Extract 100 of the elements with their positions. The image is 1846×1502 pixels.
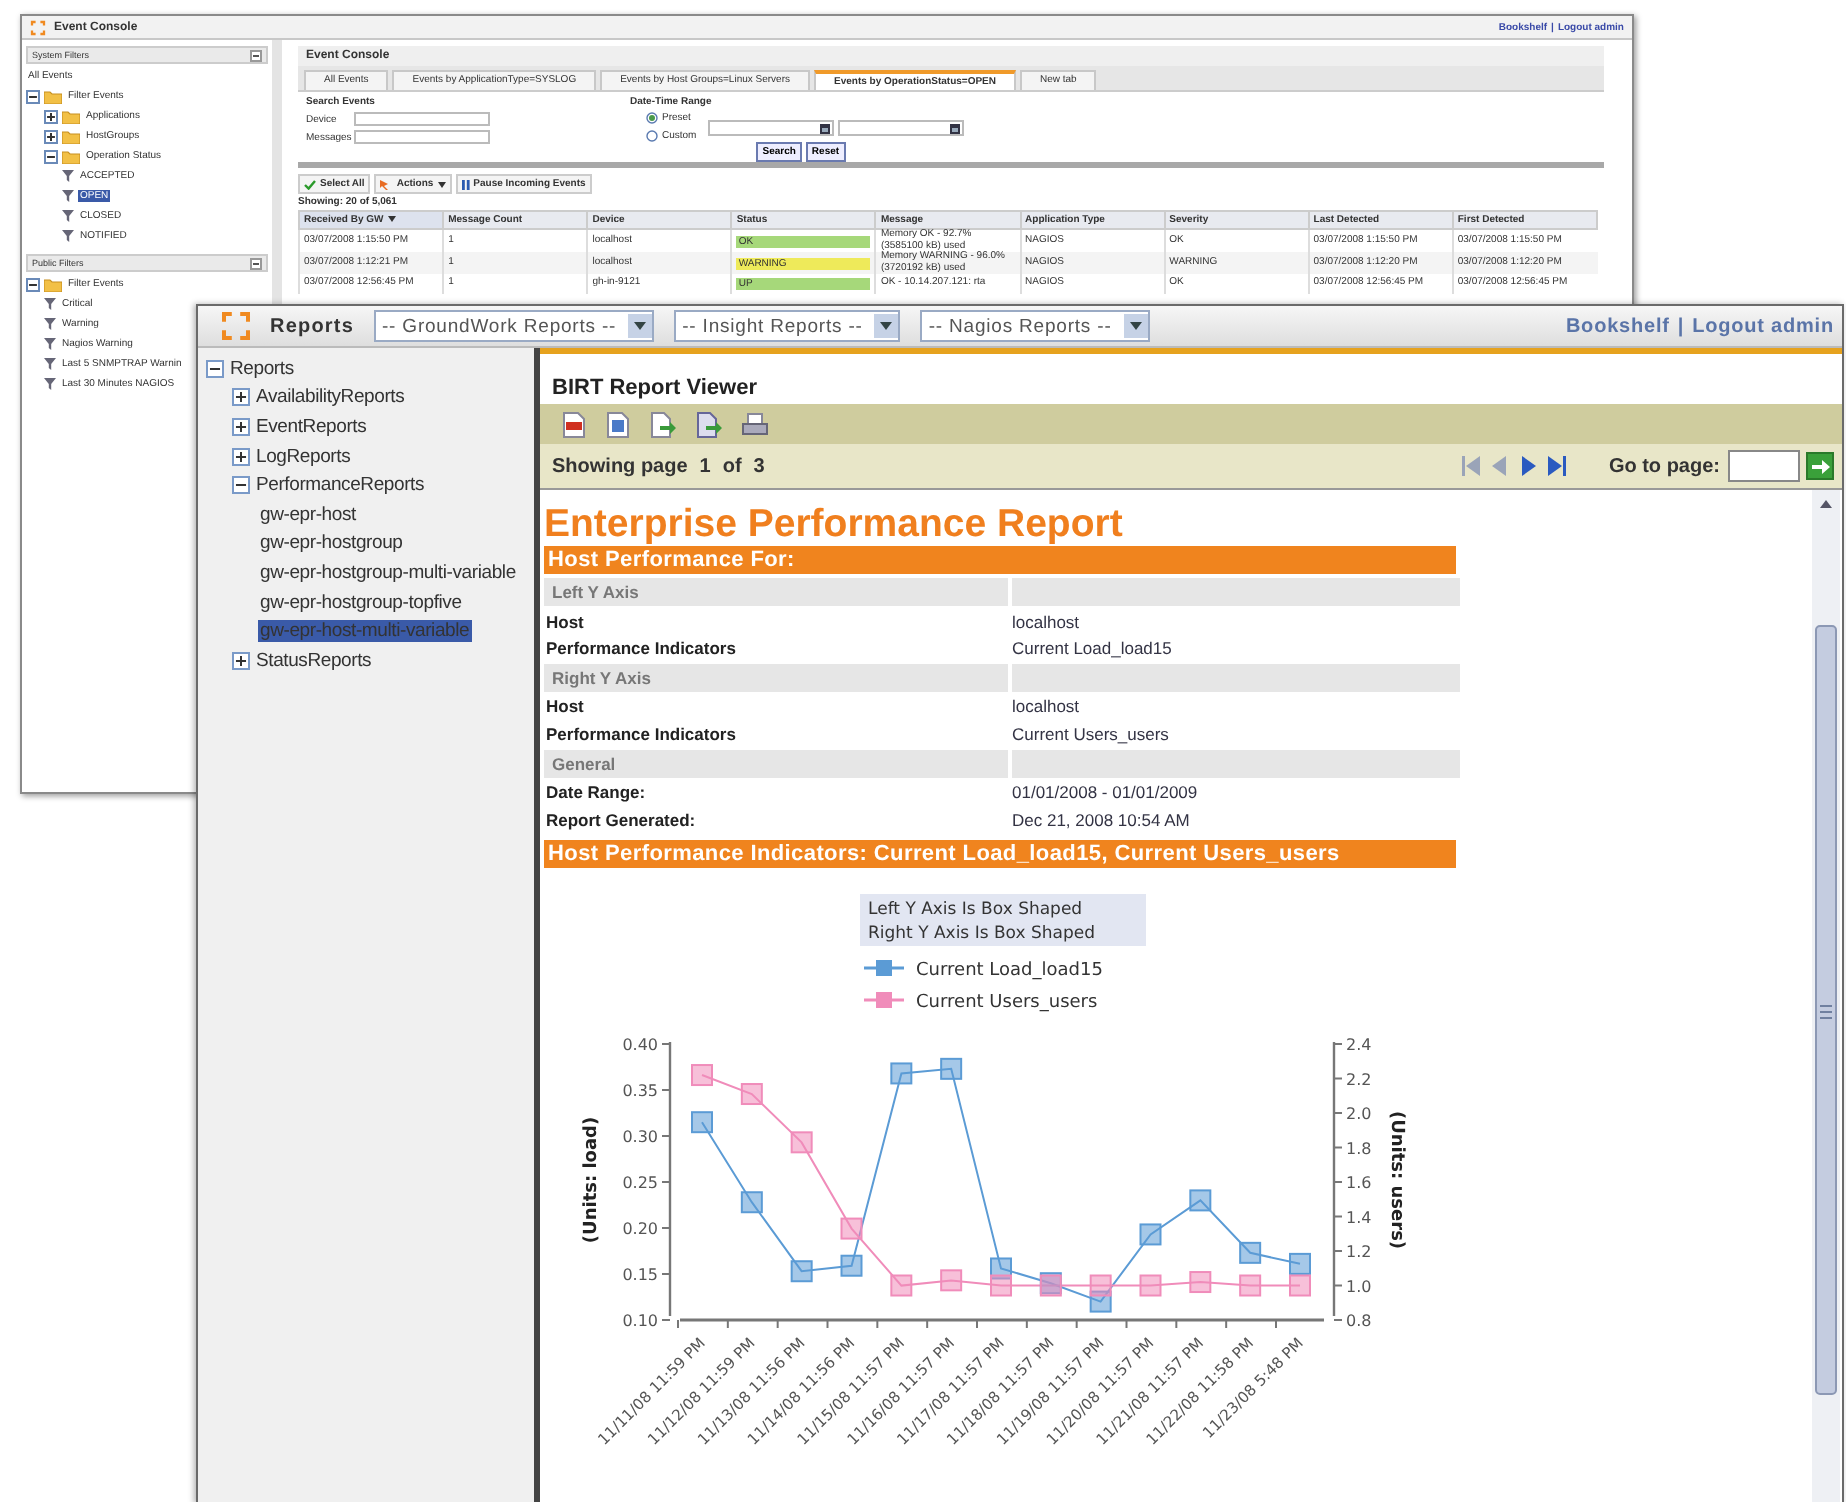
tree-item[interactable]: gw-epr-hostgroup-topfive — [258, 591, 464, 614]
tree-item[interactable]: EventReports — [254, 415, 369, 438]
page-label: of — [722, 455, 742, 477]
expand-toggle[interactable] — [232, 388, 250, 407]
expand-toggle[interactable] — [232, 447, 250, 466]
data-point — [990, 1274, 1012, 1296]
tree-item[interactable]: PerformanceReports — [254, 474, 427, 497]
window-title: Reports — [270, 315, 354, 337]
date-field[interactable] — [838, 120, 965, 136]
data-point — [990, 1257, 1012, 1279]
axis-tick-label: 0.20 — [622, 1219, 658, 1238]
date-field[interactable] — [708, 120, 835, 136]
arrow-icon — [1811, 457, 1829, 475]
legend-note: Left Y Axis Is Box Shaped — [868, 899, 1083, 920]
axis-tick-label: 0.15 — [622, 1265, 658, 1284]
expand-toggle[interactable] — [206, 359, 224, 378]
tree-item[interactable]: LogReports — [254, 445, 353, 468]
expand-toggle[interactable] — [232, 651, 250, 670]
report-dropdown[interactable]: -- Nagios Reports -- — [920, 310, 1150, 342]
report-dropdown[interactable]: -- GroundWork Reports -- — [373, 310, 655, 342]
axis-title: (Units: users) — [1386, 1110, 1406, 1249]
data-point — [1139, 1222, 1162, 1245]
section-banner: Host Performance For: — [544, 546, 1456, 574]
group-header: Right Y Axis — [544, 663, 1008, 692]
expand-toggle[interactable] — [44, 149, 58, 163]
page-label: Showing page — [552, 455, 688, 477]
export-icon[interactable] — [650, 411, 676, 437]
group-header: Left Y Axis — [544, 578, 1008, 606]
tree-item[interactable]: Reports — [228, 357, 296, 380]
pause-icon — [461, 179, 470, 189]
link-separator: | — [1677, 315, 1685, 337]
data-point — [1189, 1188, 1212, 1211]
legend-note: Right Y Axis Is Box Shaped — [868, 923, 1095, 944]
printer-icon[interactable] — [742, 411, 768, 437]
field-label: Performance Indicators — [544, 721, 738, 746]
data-point — [890, 1274, 913, 1296]
axis-tick-label: 0.8 — [1346, 1311, 1372, 1330]
radio-button[interactable] — [646, 130, 658, 142]
header-link[interactable]: Logout admin — [1692, 315, 1834, 337]
page-number-field[interactable] — [1728, 450, 1800, 482]
field-value: Dec 21, 2008 10:54 AM — [1012, 807, 1192, 832]
group-header: General — [544, 749, 1008, 778]
field-label: Host — [544, 609, 586, 634]
input-field[interactable] — [354, 112, 490, 126]
tree-item[interactable]: StatusReports — [254, 649, 374, 672]
logo-icon — [222, 312, 250, 340]
axis-tick-label: 0.40 — [622, 1035, 658, 1054]
field-label: Host — [544, 694, 586, 719]
data-point — [840, 1217, 863, 1240]
calendar-icon[interactable] — [820, 123, 831, 133]
axis-tick-label: 1.2 — [1346, 1242, 1372, 1261]
document-icon[interactable] — [562, 411, 586, 437]
tree-item[interactable]: gw-epr-host — [258, 503, 358, 526]
section-banner: Host Performance Indicators: Current Load_load15, Current Users_users — [544, 839, 1456, 868]
field-value: Current Load_load15 — [1012, 636, 1174, 661]
axis-title: (Units: load) — [582, 1116, 602, 1243]
axis-tick-label: 0.30 — [622, 1127, 658, 1146]
last-page-button[interactable] — [1544, 454, 1569, 478]
tree-item[interactable]: gw-epr-hostgroup-multi-variable — [258, 561, 518, 584]
field-value: localhost — [1012, 609, 1082, 634]
report-dropdown[interactable]: -- Insight Reports -- — [674, 310, 901, 342]
data-point — [691, 1063, 713, 1086]
data-point — [1239, 1241, 1262, 1264]
data-point — [740, 1082, 763, 1105]
data-point — [1189, 1270, 1212, 1293]
expand-toggle[interactable] — [232, 476, 250, 495]
expand-toggle[interactable] — [44, 129, 58, 143]
data-point — [940, 1057, 963, 1080]
field-label: Date Range: — [544, 780, 648, 805]
scrollbar[interactable] — [1812, 490, 1840, 1502]
expand-toggle[interactable] — [44, 109, 58, 123]
data-point — [1239, 1274, 1262, 1296]
axis-tick-label: 0.10 — [622, 1311, 658, 1330]
collapse-icon[interactable] — [250, 257, 262, 269]
radio-button[interactable] — [646, 112, 658, 124]
data-point — [1139, 1274, 1162, 1296]
data-point — [790, 1130, 813, 1153]
axis-tick-label: 2.4 — [1346, 1035, 1372, 1054]
axis-tick-label: 0.35 — [622, 1081, 658, 1100]
go-button[interactable] — [1806, 452, 1834, 480]
axis-tick-label: 1.0 — [1346, 1277, 1372, 1295]
axis-tick-label: 1.6 — [1346, 1173, 1372, 1192]
document-icon[interactable] — [606, 411, 630, 437]
expand-toggle[interactable] — [26, 89, 40, 103]
data-point — [840, 1254, 863, 1277]
data-point — [691, 1110, 713, 1133]
input-field[interactable] — [354, 130, 490, 144]
field-label: Report Generated: — [544, 807, 698, 832]
tree-item[interactable]: gw-epr-hostgroup — [258, 532, 405, 555]
header-link[interactable]: Bookshelf — [1565, 315, 1670, 337]
axis-tick-label: 1.4 — [1346, 1208, 1372, 1226]
collapse-icon[interactable] — [250, 49, 262, 61]
export-icon[interactable] — [696, 411, 722, 437]
expand-toggle[interactable] — [26, 277, 40, 291]
data-point — [1289, 1274, 1311, 1296]
calendar-icon[interactable] — [950, 123, 961, 133]
next-page-button[interactable] — [1516, 454, 1541, 478]
expand-toggle[interactable] — [232, 417, 250, 436]
tree-item[interactable]: AvailabilityReports — [254, 386, 407, 409]
field-value: localhost — [1012, 694, 1082, 719]
